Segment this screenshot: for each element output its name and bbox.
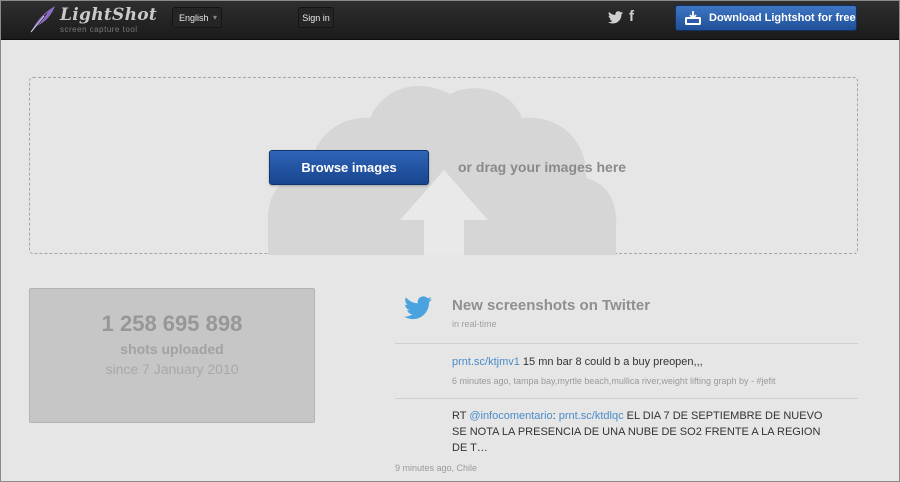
language-select[interactable]: English ▾ [172, 7, 222, 28]
logo-tagline: screen capture tool [60, 25, 138, 34]
tweet-link[interactable]: prnt.sc/ktdlqc [559, 410, 624, 422]
lightshot-logo[interactable]: LightShot screen capture tool [26, 2, 158, 36]
shots-counter-panel: 1 258 695 898 shots uploaded since 7 Jan… [29, 288, 315, 423]
tweet-line: DE T… [452, 442, 488, 454]
feather-icon [30, 6, 55, 33]
download-label: Download Lightshot for free [709, 12, 856, 24]
tweet-mention-link[interactable]: @infocomentario [469, 410, 552, 422]
upload-dropzone[interactable]: Browse images or drag your images here [29, 77, 858, 255]
tweet-line: SE NOTA LA PRESENCIA DE UNA NUBE DE SO2 … [452, 426, 821, 438]
facebook-icon[interactable]: f [629, 8, 634, 25]
tweet-link[interactable]: prnt.sc/ktjmv1 [452, 356, 520, 368]
since-date: since 7 January 2010 [105, 361, 239, 377]
divider [395, 398, 858, 399]
logo-name: LightShot [60, 5, 158, 25]
drag-hint: or drag your images here [458, 159, 627, 175]
tweet-body: EL DIA 7 DE SEPTIEMBRE DE NUEVO [623, 410, 823, 422]
browse-images-button[interactable]: Browse images [269, 150, 429, 185]
tweet-text: RT @infocomentario: prnt.sc/ktdlqc EL DI… [452, 408, 862, 456]
twitter-feed-title: New screenshots on Twitter [452, 297, 651, 314]
divider [395, 343, 858, 344]
tweet-meta: 6 minutes ago, tampa bay,myrtle beach,mu… [452, 376, 776, 386]
chevron-down-icon: ▾ [212, 13, 217, 22]
twitter-bird-icon [404, 296, 432, 320]
download-box-icon [685, 11, 701, 25]
shots-label: shots uploaded [120, 341, 224, 357]
tweet-prefix: RT [452, 410, 470, 422]
tweet-meta: 9 minutes ago, Chile [395, 463, 478, 473]
tweet-text: prnt.sc/ktjmv1 15 mn bar 8 could b a buy… [452, 354, 703, 370]
tweet-line: RT @infocomentario: prnt.sc/ktdlqc EL DI… [452, 408, 862, 424]
tweet-body: 15 mn bar 8 could b a buy preopen,,, [519, 356, 703, 368]
twitter-icon[interactable] [608, 11, 623, 24]
sign-in-button[interactable]: Sign in [298, 7, 334, 28]
top-navbar: LightShot screen capture tool English ▾ … [0, 0, 900, 40]
language-value: English [179, 13, 209, 23]
download-lightshot-button[interactable]: Download Lightshot for free [675, 5, 857, 31]
twitter-feed-subtitle: in real-time [452, 319, 497, 329]
shots-count: 1 258 695 898 [101, 311, 243, 336]
